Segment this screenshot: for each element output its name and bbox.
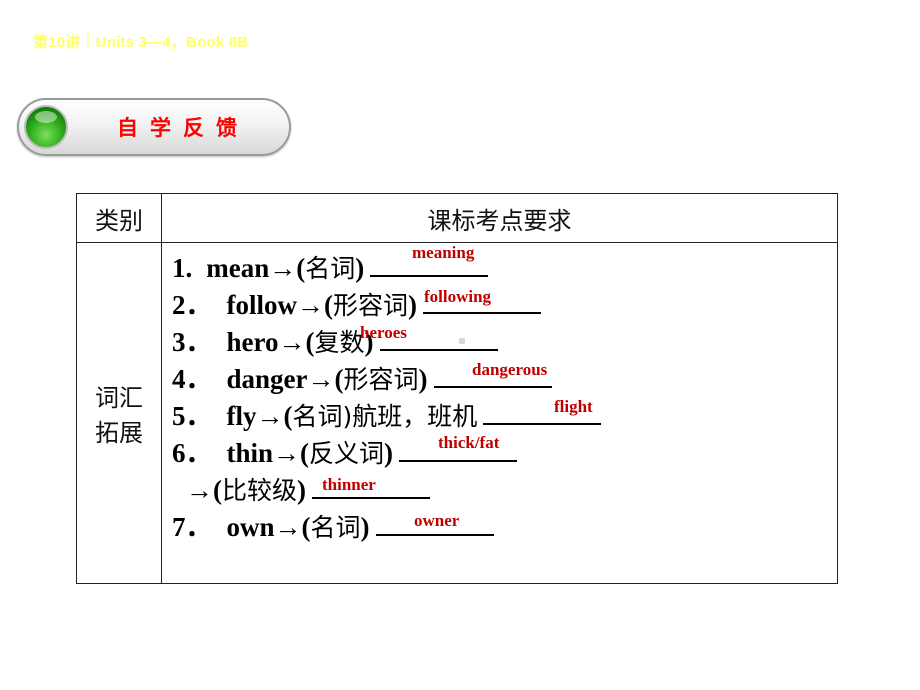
stray-dot bbox=[459, 338, 465, 344]
vocab-tail: ) bbox=[418, 364, 428, 394]
answer-text: thick/fat bbox=[438, 433, 500, 452]
answer-text: owner bbox=[414, 511, 460, 530]
requirements-cell: 1. mean→(名词) meaning 2． follow→(形容词) followin… bbox=[161, 242, 838, 584]
vocab-word: own→( bbox=[226, 512, 311, 542]
green-ball-icon bbox=[24, 105, 68, 149]
vocab-number: 7． bbox=[172, 512, 213, 542]
header-category: 类别 bbox=[76, 193, 162, 243]
vocab-hint: 名词 bbox=[292, 402, 343, 431]
vocab-tail: ) bbox=[384, 438, 394, 468]
vocab-tail: )航班，班机 bbox=[342, 402, 478, 431]
table-row: 词汇 拓展 1. mean→(名词) meaning 2． follow→(形容词) fo… bbox=[76, 242, 838, 584]
vocab-word: hero→( bbox=[226, 327, 315, 357]
vocab-word: follow→( bbox=[226, 290, 333, 320]
vocab-number: 2． bbox=[172, 290, 213, 320]
category-line-1: 词汇 bbox=[95, 384, 143, 412]
header-requirements: 课标考点要求 bbox=[161, 193, 838, 243]
answer-text: dangerous bbox=[472, 360, 548, 379]
category-cell: 词汇 拓展 bbox=[76, 242, 162, 584]
vocab-number: 1. bbox=[172, 253, 193, 283]
vocab-word: →( bbox=[186, 475, 222, 505]
vocab-number: 5． bbox=[172, 401, 213, 431]
vocab-number: 3． bbox=[172, 327, 213, 357]
vocab-hint: 名词 bbox=[305, 254, 356, 283]
vocab-hint: 复数 bbox=[314, 328, 365, 357]
vocab-word: thin→( bbox=[226, 438, 310, 468]
vocab-word: fly→( bbox=[226, 401, 293, 431]
table-header-row: 类别 课标考点要求 bbox=[76, 193, 838, 243]
vocabulary-table: 类别 课标考点要求 词汇 拓展 1. mean→(名词) meaning 2． foll… bbox=[76, 193, 838, 584]
answer-text: heroes bbox=[360, 323, 407, 342]
vocab-tail: ) bbox=[297, 475, 307, 505]
vocab-hint: 形容词 bbox=[332, 291, 408, 320]
vocab-number: 4． bbox=[172, 364, 213, 394]
vocab-hint: 反义词 bbox=[309, 439, 385, 468]
vocab-hint: 名词 bbox=[310, 513, 361, 542]
vocab-word: mean→( bbox=[206, 253, 306, 283]
vocab-tail: ) bbox=[360, 512, 370, 542]
vocab-item: 3． hero→(复数) bbox=[172, 327, 498, 358]
answer-text: meaning bbox=[412, 243, 475, 262]
vocab-tail: ) bbox=[408, 290, 417, 320]
lesson-title: 第10讲｜Units 3—4，Book 8B bbox=[33, 34, 249, 51]
vocab-number: 6． bbox=[172, 438, 213, 468]
vocab-word: danger→( bbox=[226, 364, 344, 394]
vocab-hint: 比较级 bbox=[222, 476, 298, 505]
vocab-item: 5． fly→(名词)航班，班机 bbox=[172, 401, 602, 432]
section-button-label: 自学反馈 bbox=[117, 116, 249, 140]
answer-text: following bbox=[424, 287, 492, 306]
vocab-tail: ) bbox=[355, 253, 365, 283]
category-line-2: 拓展 bbox=[95, 419, 143, 447]
vocab-item: →(比较级) bbox=[172, 475, 431, 506]
vocab-hint: 形容词 bbox=[343, 365, 419, 394]
self-study-feedback-button[interactable]: 自学反馈 bbox=[17, 98, 291, 156]
answer-text: thinner bbox=[322, 475, 376, 494]
answer-text: flight bbox=[554, 397, 593, 416]
